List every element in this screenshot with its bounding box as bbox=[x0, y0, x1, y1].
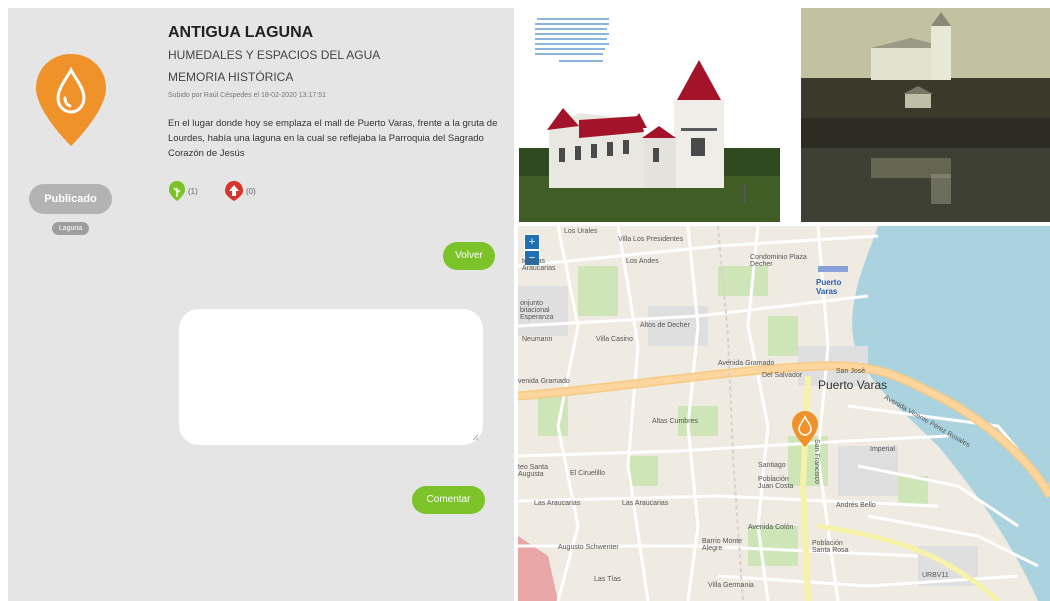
type-subtitle: MEMORIA HISTÓRICA bbox=[168, 70, 294, 84]
map-label: Los Urales bbox=[564, 228, 598, 235]
map-label: Barrio Monte Alegre bbox=[702, 538, 743, 552]
map-label: Las Araucarias bbox=[622, 500, 669, 507]
status-badge: Publicado bbox=[29, 184, 112, 214]
detail-panel: Publicado Laguna ANTIGUA LAGUNA HUMEDALE… bbox=[8, 8, 514, 601]
historic-lagoon-photo[interactable] bbox=[801, 8, 1050, 222]
map-label: Villa Germania bbox=[708, 582, 754, 589]
map-label: Las Araucarias bbox=[534, 500, 581, 507]
map-label: San Francisco bbox=[812, 439, 820, 484]
category-subtitle: HUMEDALES Y ESPACIOS DEL AGUA bbox=[168, 48, 381, 62]
map-label: Del Salvador bbox=[762, 372, 803, 379]
map-label: Imperial bbox=[870, 446, 895, 453]
map-label: Andrés Bello bbox=[836, 502, 876, 509]
map-label: Puerto Varas bbox=[816, 278, 842, 296]
map-label: El Ciruelillo bbox=[570, 470, 606, 477]
comment-button[interactable]: Comentar bbox=[412, 486, 485, 514]
church-photo[interactable] bbox=[519, 8, 780, 222]
map-label: Los Andes bbox=[626, 258, 659, 265]
map-label: Las Tías bbox=[594, 576, 621, 583]
dislike-vote[interactable]: (0) bbox=[224, 180, 256, 202]
map-label: Santiago bbox=[758, 462, 786, 469]
water-drop-pin-icon bbox=[36, 54, 106, 146]
map-label: Población Santa Rosa bbox=[812, 540, 849, 554]
upload-info: Subido por Raúl Céspedes el 18-02-2020 1… bbox=[168, 92, 327, 99]
dislike-icon[interactable] bbox=[224, 180, 244, 202]
resize-handle-icon[interactable] bbox=[472, 434, 479, 441]
like-vote[interactable]: (1) bbox=[168, 180, 198, 202]
back-button[interactable]: Volver bbox=[443, 242, 495, 270]
map-label: Villa Casino bbox=[596, 336, 633, 343]
map-label: Condominio Plaza Decher bbox=[750, 254, 807, 268]
map-label: Altos de Decher bbox=[640, 322, 690, 329]
like-leaf-icon[interactable] bbox=[168, 180, 186, 202]
page-title: ANTIGUA LAGUNA bbox=[168, 24, 314, 41]
map-view[interactable]: + − Los Urales Villa Los Presidentes teo… bbox=[518, 226, 1050, 601]
map-label: Augusto Schwenter bbox=[558, 544, 619, 551]
map-label: Puerto Varas bbox=[818, 378, 888, 392]
dislike-count: (0) bbox=[246, 186, 256, 196]
map-label: Avenida Colón bbox=[748, 524, 794, 531]
description: En el lugar donde hoy se emplaza el mall… bbox=[168, 118, 498, 159]
map-label: onjunto bitacional Esperanza bbox=[520, 300, 554, 321]
map-label: Villa Los Presidentes bbox=[618, 236, 684, 243]
comment-textarea[interactable] bbox=[179, 309, 483, 445]
map-label: URBV11 bbox=[922, 572, 949, 579]
map-label: venida Gramado bbox=[518, 378, 570, 385]
map-label: Altas Cumbres bbox=[652, 418, 698, 425]
map-label: teo Santa Augusta bbox=[518, 464, 548, 478]
zoom-in-button[interactable]: + bbox=[524, 234, 540, 250]
map-label: Población Juan Costa bbox=[758, 476, 794, 490]
map-label: Neumann bbox=[522, 336, 553, 343]
like-count: (1) bbox=[188, 186, 198, 196]
category-tag: Laguna bbox=[52, 222, 89, 235]
map-label: San José bbox=[836, 368, 866, 375]
map-label: teo Las Araucarias bbox=[522, 258, 556, 272]
map-label: Avenida Gramado bbox=[718, 360, 775, 367]
